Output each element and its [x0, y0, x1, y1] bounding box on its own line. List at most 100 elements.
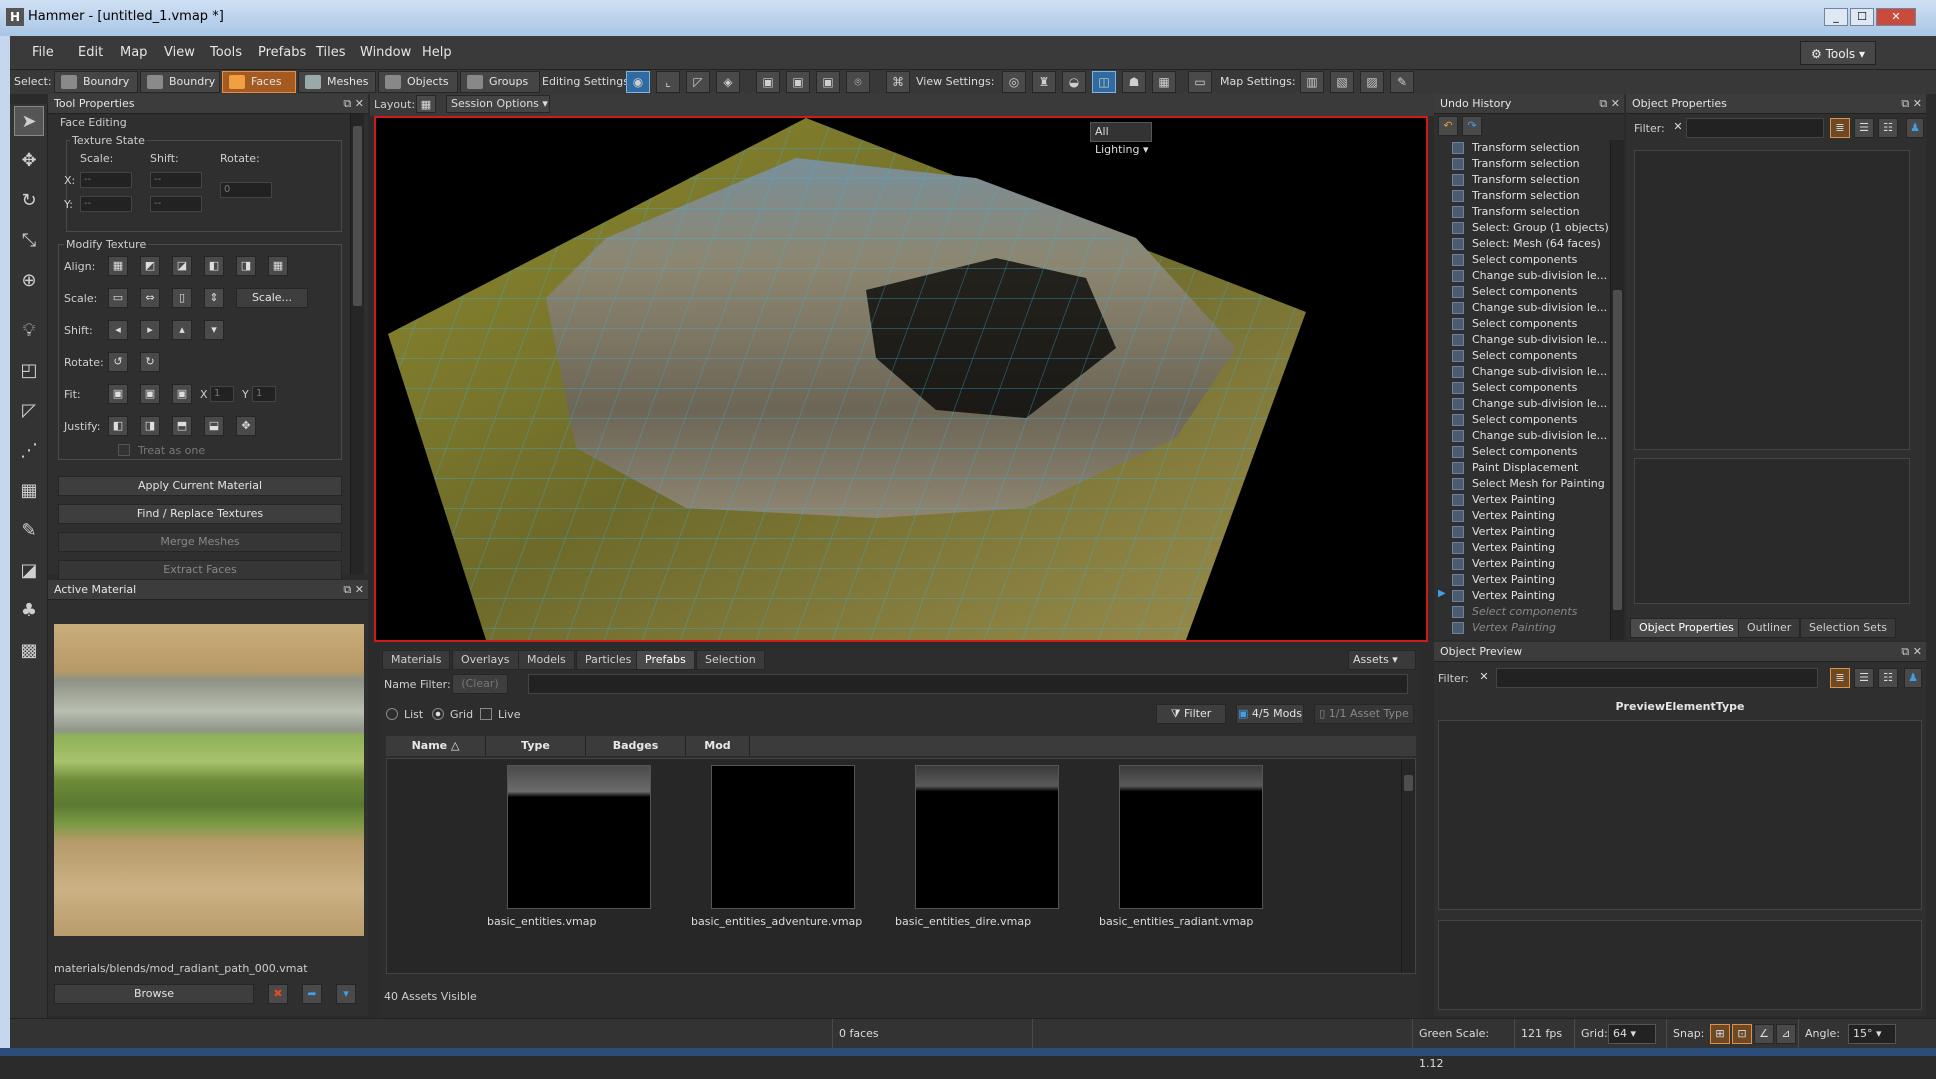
undo-history-item[interactable]: Vertex Painting — [1472, 540, 1555, 556]
paint-tool-icon[interactable]: ✎ — [14, 516, 44, 546]
tab-object-properties[interactable]: Object Properties — [1630, 618, 1743, 638]
select-boundry2-button[interactable]: Boundry — [140, 71, 220, 93]
scale-h-icon[interactable]: ▭ — [108, 288, 128, 308]
scale-y-field[interactable]: -- — [80, 196, 132, 212]
panel-float-close-icon[interactable]: ⧉ ✕ — [1901, 94, 1922, 114]
camera-icon[interactable]: ⌾ — [846, 71, 870, 93]
fit-u-icon[interactable]: ▣ — [140, 384, 160, 404]
merge-meshes-button[interactable]: Merge Meshes — [58, 532, 342, 552]
hatch-icon[interactable]: ▧ — [1330, 71, 1354, 93]
undo-history-item[interactable]: Transform selection — [1472, 188, 1580, 204]
person-icon[interactable]: ♟ — [1904, 668, 1922, 688]
shift-y-field[interactable]: -- — [150, 196, 202, 212]
scale-dialog-button[interactable]: Scale... — [236, 288, 308, 308]
justify-center-icon[interactable]: ✥ — [236, 416, 256, 436]
clear-filter-icon[interactable]: ✕ — [1474, 668, 1494, 688]
tab-particles[interactable]: Particles — [576, 650, 641, 670]
brush-icon[interactable]: ✎ — [1390, 71, 1414, 93]
scale-h2-icon[interactable]: ⇔ — [140, 288, 160, 308]
menu-tools[interactable]: Tools — [202, 36, 250, 70]
rotate-ccw-icon[interactable]: ↺ — [108, 352, 128, 372]
column-mod[interactable]: Mod — [686, 736, 750, 756]
undo-history-item[interactable]: Vertex Painting — [1472, 524, 1555, 540]
select-groups-button[interactable]: Groups — [460, 71, 540, 93]
undo-history-item[interactable]: Vertex Painting — [1472, 620, 1556, 636]
scroll-thumb[interactable] — [353, 126, 362, 306]
block-tool-icon[interactable]: ◰ — [14, 356, 44, 386]
menu-window[interactable]: Window — [352, 36, 419, 70]
tab-selection-sets[interactable]: Selection Sets — [1800, 618, 1896, 638]
panel-float-close-icon[interactable]: ⧉ ✕ — [1599, 94, 1620, 114]
undo-history-item[interactable]: Select components — [1472, 412, 1577, 428]
column-badges[interactable]: Badges — [586, 736, 686, 756]
layout-grid-icon[interactable]: ▦ — [416, 95, 436, 113]
list-radio[interactable] — [386, 708, 398, 720]
undo-history-item[interactable]: Select components — [1472, 348, 1577, 364]
scale-icon[interactable]: ▣ — [816, 71, 840, 93]
grid-radio[interactable] — [432, 708, 444, 720]
align-grid-icon[interactable]: ▦ — [268, 256, 288, 276]
undo-history-item[interactable]: Change sub-division le... — [1472, 396, 1607, 412]
asset-thumbnail[interactable] — [507, 765, 651, 909]
justify-left-icon[interactable]: ◧ — [108, 416, 128, 436]
justify-bottom-icon[interactable]: ⬓ — [204, 416, 224, 436]
rotate-field[interactable]: 0 — [220, 182, 272, 198]
scale-v2-icon[interactable]: ⇕ — [204, 288, 224, 308]
justify-top-icon[interactable]: ⬒ — [172, 416, 192, 436]
shift-left-icon[interactable]: ◂ — [108, 320, 128, 340]
pivot-tool-icon[interactable]: ⊕ — [14, 266, 44, 296]
select-boundry-button[interactable]: Boundry — [54, 71, 138, 93]
grid-icon[interactable]: ▦ — [1152, 71, 1176, 93]
3d-viewport[interactable]: All Lighting ▾ — [374, 116, 1428, 642]
helmet-icon[interactable]: ◒ — [1062, 71, 1086, 93]
shift-right-icon[interactable]: ▸ — [140, 320, 160, 340]
scroll-thumb[interactable] — [1404, 775, 1413, 791]
asset-type-button[interactable]: ▯ 1/1 Asset Type — [1314, 704, 1414, 724]
detail-view-icon[interactable]: ☰ — [1854, 118, 1874, 138]
select-faces-button[interactable]: Faces — [222, 71, 296, 93]
undo-history-item[interactable]: Change sub-division le... — [1472, 332, 1607, 348]
menu-file[interactable]: File — [24, 36, 62, 70]
undo-history-item[interactable]: Change sub-division le... — [1472, 364, 1607, 380]
undo-history-item[interactable]: Change sub-division le... — [1472, 268, 1607, 284]
detail-view-icon[interactable]: ☰ — [1854, 668, 1874, 688]
extract-faces-button[interactable]: Extract Faces — [58, 560, 342, 580]
panel-float-close-icon[interactable]: ⧉ ✕ — [1901, 642, 1922, 662]
list-view-icon[interactable]: ≣ — [1830, 118, 1850, 138]
assets-dropdown[interactable]: Assets ▾ — [1348, 650, 1416, 670]
fit-v-icon[interactable]: ▣ — [172, 384, 192, 404]
preview-filter-input[interactable] — [1496, 668, 1818, 688]
tab-outliner[interactable]: Outliner — [1738, 618, 1801, 638]
undo-history-item[interactable]: Transform selection — [1472, 140, 1580, 156]
mods-button[interactable]: ▣ 4/5 Mods — [1236, 704, 1304, 724]
vertex-tool-icon[interactable]: ⋰ — [14, 436, 44, 466]
displacement-tool-icon[interactable]: ◪ — [14, 556, 44, 586]
column-type[interactable]: Type — [486, 736, 586, 756]
find-replace-textures-button[interactable]: Find / Replace Textures — [58, 504, 342, 524]
undo-history-item[interactable]: Paint Displacement — [1472, 460, 1578, 476]
tab-materials[interactable]: Materials — [382, 650, 451, 670]
undo-history-item[interactable]: Select: Mesh (64 faces) — [1472, 236, 1601, 252]
undo-history-item[interactable]: Change sub-division le... — [1472, 300, 1607, 316]
menu-prefabs[interactable]: Prefabs — [250, 36, 314, 70]
undo-scrollbar[interactable] — [1610, 140, 1624, 640]
rotate-cw-icon[interactable]: ↻ — [140, 352, 160, 372]
material-menu-icon[interactable]: ▾ — [336, 984, 356, 1004]
maximize-button[interactable]: ☐ — [1850, 8, 1874, 26]
clear-filter-button[interactable]: (Clear) — [452, 674, 508, 694]
shift-down-icon[interactable]: ▾ — [204, 320, 224, 340]
fit-y-field[interactable]: 1 — [252, 386, 276, 402]
list-view-icon[interactable]: ≣ — [1830, 668, 1850, 688]
close-button[interactable]: ✕ — [1876, 8, 1916, 26]
texture-tool-icon[interactable]: ▦ — [14, 476, 44, 506]
filter-button[interactable]: ⧩ Filter — [1156, 704, 1226, 724]
tree-view-icon[interactable]: ☷ — [1878, 668, 1898, 688]
minimize-button[interactable]: _ — [1824, 8, 1848, 26]
align-world-icon[interactable]: ▦ — [108, 256, 128, 276]
live-checkbox[interactable] — [480, 708, 492, 720]
align-view-icon[interactable]: ◪ — [172, 256, 192, 276]
undo-history-item[interactable]: Vertex Painting — [1472, 492, 1555, 508]
shift-up-icon[interactable]: ▴ — [172, 320, 192, 340]
rotate-tool-icon[interactable]: ↻ — [14, 186, 44, 216]
undo-history-item[interactable]: Select: Group (1 objects) — [1472, 220, 1609, 236]
